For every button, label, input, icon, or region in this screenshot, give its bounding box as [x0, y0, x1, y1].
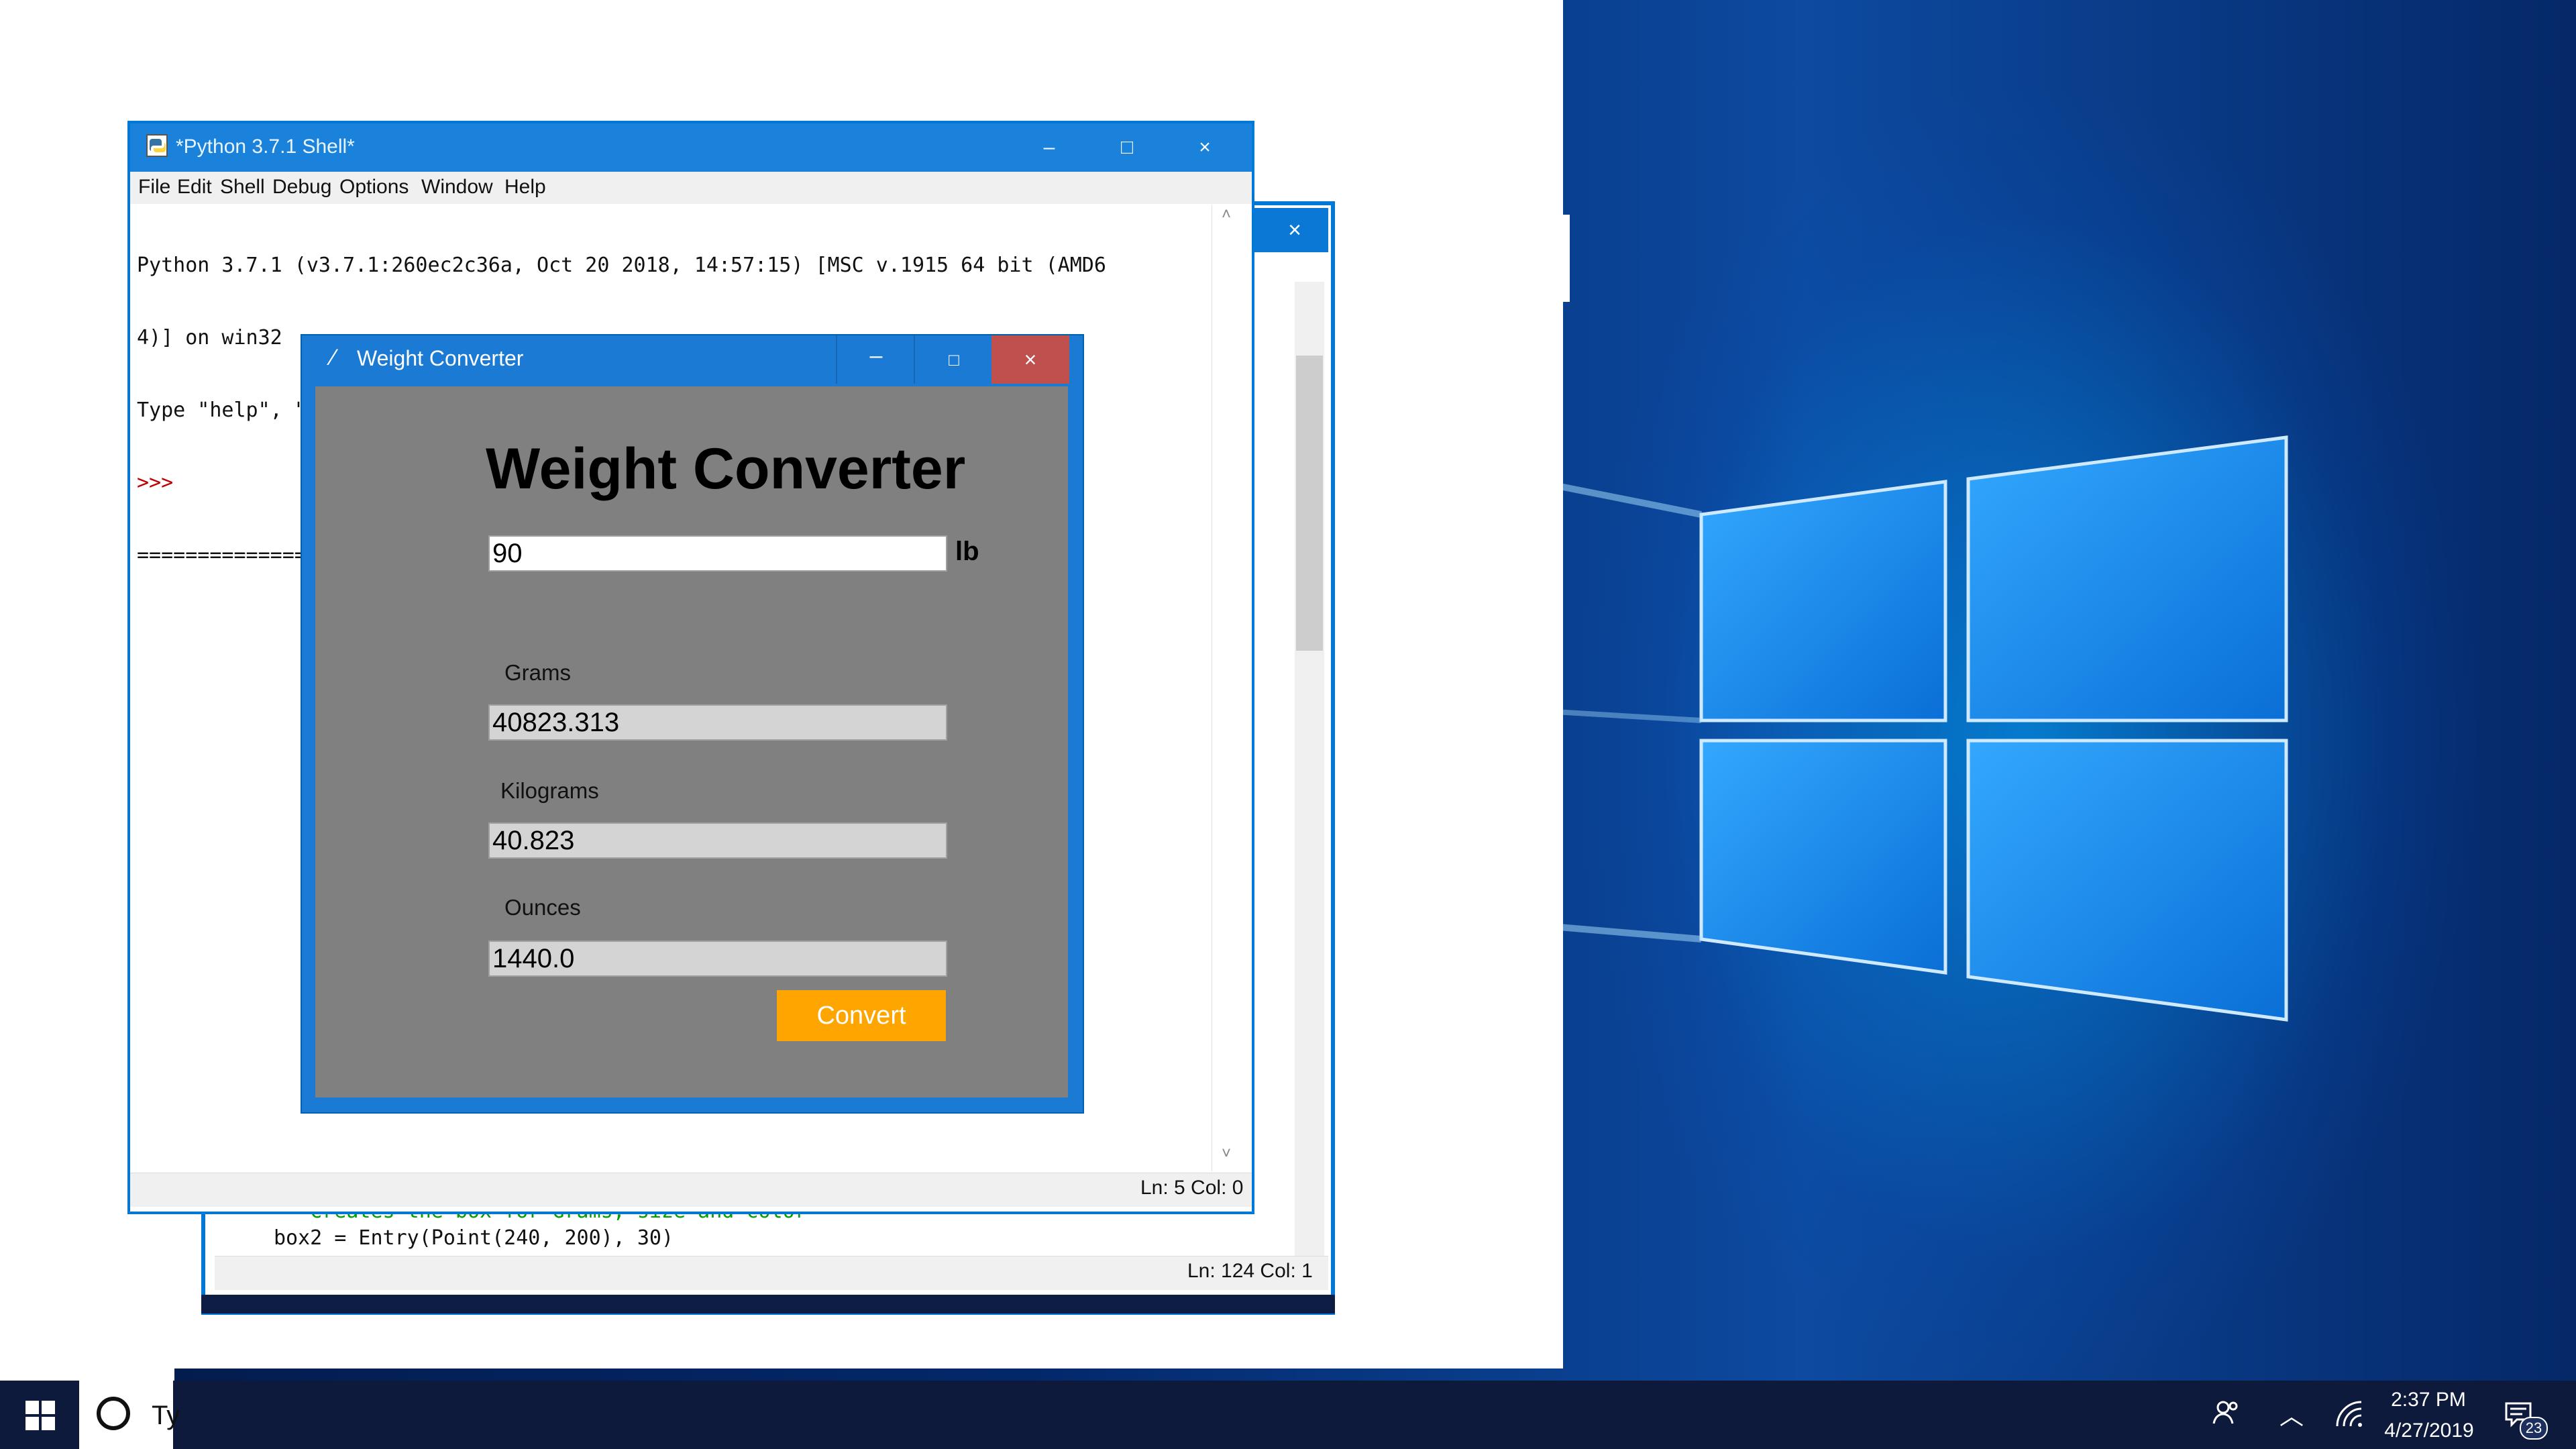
python-icon [146, 134, 168, 157]
blank-area [1543, 215, 1570, 302]
editor-statusbar [215, 1256, 1328, 1290]
menu-window[interactable]: Window [421, 176, 493, 199]
menu-file[interactable]: File [138, 176, 170, 199]
editor-close-button[interactable]: × [1261, 208, 1328, 252]
search-input[interactable]: Ty [152, 1401, 180, 1431]
editor-code-line[interactable]: box2 = Entry(Point(240, 200), 30) [274, 1226, 674, 1250]
scroll-up-icon[interactable]: ˄ [1214, 205, 1238, 229]
converter-title: Weight Converter [357, 346, 524, 370]
shell-title: *Python 3.7.1 Shell* [176, 136, 355, 158]
editor-scrollbar-thumb[interactable] [1296, 356, 1323, 651]
editor-status-text: Ln: 124 Col: 1 [1187, 1260, 1313, 1282]
kilograms-label: Kilograms [500, 778, 599, 803]
converter-maximize-button[interactable]: □ [914, 335, 993, 384]
shell-scrollbar[interactable] [1212, 205, 1242, 1171]
ounces-label: Ounces [504, 895, 581, 920]
taskbar [0, 1381, 2576, 1449]
ounces-output[interactable]: 1440.0 [488, 941, 947, 977]
menu-help[interactable]: Help [504, 176, 546, 199]
unit-label: lb [955, 537, 979, 566]
grams-output[interactable]: 40823.313 [488, 704, 947, 741]
windows-logo-graphic [1543, 435, 2288, 1022]
scroll-down-icon[interactable]: ˅ [1214, 1144, 1238, 1169]
menu-options[interactable]: Options [339, 176, 409, 199]
converter-minimize-button[interactable]: – [836, 335, 915, 384]
feather-icon: ⁄ [331, 345, 335, 370]
blank-area [1543, 302, 1556, 1342]
windows-start-icon[interactable] [25, 1401, 55, 1430]
converter-close-button[interactable]: × [991, 335, 1069, 384]
shell-status-text: Ln: 5 Col: 0 [1140, 1177, 1244, 1199]
editor-bottom-edge [201, 1295, 1335, 1313]
clock-date[interactable]: 4/27/2019 [2379, 1419, 2479, 1442]
notification-count-badge: 23 [2520, 1417, 2548, 1440]
kilograms-output[interactable]: 40.823 [488, 822, 947, 859]
clock-time[interactable]: 2:37 PM [2388, 1389, 2469, 1411]
menu-debug[interactable]: Debug [272, 176, 331, 199]
grams-label: Grams [504, 660, 571, 685]
shell-maximize-button[interactable]: □ [1088, 123, 1166, 172]
cortana-icon[interactable] [97, 1397, 130, 1430]
shell-minimize-button[interactable]: – [1010, 123, 1088, 172]
convert-button[interactable]: Convert [777, 990, 946, 1041]
people-icon[interactable] [2211, 1398, 2241, 1428]
wifi-icon[interactable] [2334, 1399, 2364, 1429]
converter-heading: Weight Converter [486, 437, 966, 501]
pounds-input[interactable]: 90 [488, 535, 947, 572]
menu-shell[interactable]: Shell [220, 176, 265, 199]
menu-edit[interactable]: Edit [177, 176, 212, 199]
shell-close-button[interactable]: × [1166, 123, 1244, 172]
chevron-up-icon[interactable]: ︿ [2279, 1397, 2304, 1432]
shell-statusbar [130, 1173, 1252, 1207]
shell-line: Python 3.7.1 (v3.7.1:260ec2c36a, Oct 20 … [137, 254, 1106, 277]
